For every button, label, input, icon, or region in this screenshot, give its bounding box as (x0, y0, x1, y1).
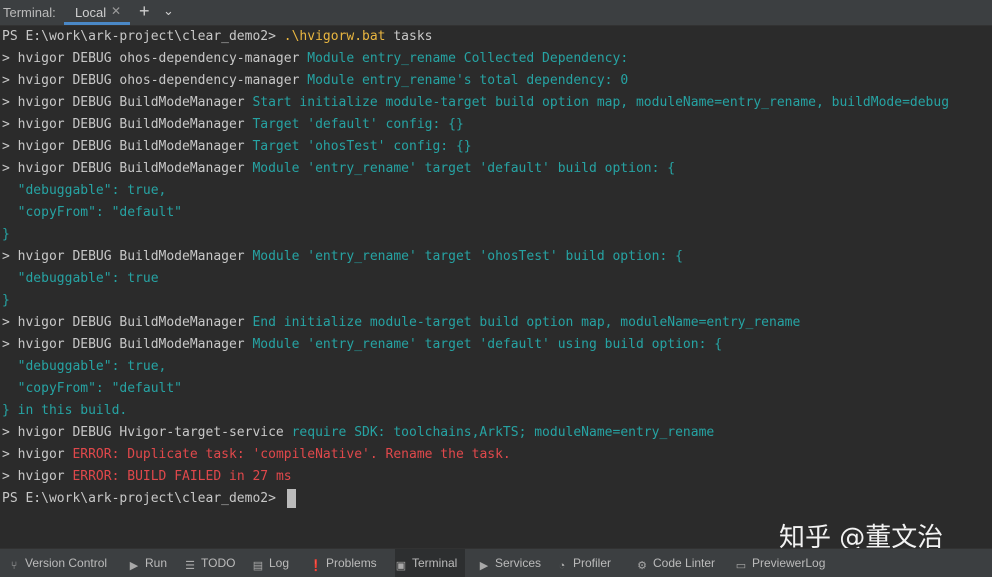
terminal-line: "debuggable": true, (2, 180, 167, 202)
terminal-text: "debuggable": true (2, 271, 159, 286)
terminal-text: > hvigor DEBUG Hvigor-target-service (2, 425, 292, 440)
tool-window-label: Version Control (25, 556, 108, 570)
terminal-text: Target 'default' config: {} (252, 117, 464, 132)
text-cursor (286, 489, 296, 508)
terminal-line: > hvigor ERROR: BUILD FAILED in 27 ms (2, 466, 292, 488)
tool-window-version-control[interactable]: ⑂ Version Control (8, 549, 107, 577)
tool-window-terminal[interactable]: ▣ Terminal (395, 549, 466, 577)
terminal-text: End initialize module-target build optio… (252, 315, 801, 330)
terminal-icon: ▣ (395, 560, 407, 572)
terminal-line: "copyFrom": "default" (2, 378, 182, 400)
tool-window-label: Log (269, 556, 290, 570)
terminal-text: "copyFrom": "default" (2, 381, 183, 396)
terminal-line: > hvigor DEBUG BuildModeManager Target '… (2, 114, 464, 136)
terminal-line: > hvigor DEBUG BuildModeManager Module '… (2, 158, 675, 180)
tool-window-label: PreviewerLog (752, 556, 826, 570)
terminal-line: > hvigor DEBUG BuildModeManager Start in… (2, 92, 949, 114)
tool-window-todo[interactable]: ☰ TODO (184, 549, 235, 577)
terminal-text: > hvigor DEBUG BuildModeManager (2, 249, 253, 264)
tool-window-code-linter[interactable]: ⚙ Code Linter (636, 549, 715, 577)
terminal-line: "copyFrom": "default" (2, 202, 182, 224)
problems-icon: ❗ (309, 560, 323, 572)
terminal-text: PS E:\work\ark-project\clear_demo2> (2, 491, 284, 506)
terminal-line: "debuggable": true (2, 268, 159, 290)
terminal-text: > hvigor DEBUG BuildModeManager (2, 161, 253, 176)
terminal-text: Module 'entry_rename' target 'ohosTest' … (252, 249, 683, 264)
terminal-text: > hvigor (2, 447, 73, 462)
terminal-toolbar: Terminal: Local ✕ + ⌄ (0, 0, 992, 26)
tool-window-services[interactable]: ▶ Services (478, 549, 541, 577)
terminal-text: } (2, 227, 10, 242)
terminal-line: "debuggable": true, (2, 356, 167, 378)
terminal-line: } (2, 224, 10, 246)
terminal-text: .\hvigorw.bat (283, 29, 386, 44)
tool-window-profiler[interactable]: ◔ Profiler (556, 549, 611, 577)
terminal-line: } (2, 290, 10, 312)
tool-window-label: Terminal (412, 556, 458, 570)
terminal-text: Module 'entry_rename' target 'default' u… (252, 337, 723, 352)
chevron-down-icon[interactable]: ⌄ (163, 3, 174, 19)
terminal-text: > hvigor DEBUG BuildModeManager (2, 95, 253, 110)
close-icon[interactable]: ✕ (111, 4, 121, 18)
terminal-line: > hvigor DEBUG ohos-dependency-manager M… (2, 48, 628, 70)
tool-window-label: Problems (326, 556, 377, 570)
toolbar-title: Terminal: (3, 5, 56, 20)
profiler-icon: ◔ (558, 560, 566, 572)
terminal-line: > hvigor DEBUG BuildModeManager Module '… (2, 246, 683, 268)
terminal-text: > hvigor DEBUG ohos-dependency-manager (2, 51, 308, 66)
terminal-text: > hvigor DEBUG BuildModeManager (2, 315, 253, 330)
terminal-line: > hvigor DEBUG BuildModeManager Target '… (2, 136, 472, 158)
terminal-text: } in this build. (2, 403, 128, 418)
terminal-text: "debuggable": true, (2, 359, 167, 374)
terminal-line: PS E:\work\ark-project\clear_demo2> .\hv… (2, 26, 432, 48)
terminal-text: PS E:\work\ark-project\clear_demo2> (2, 29, 284, 44)
terminal-text: "debuggable": true, (2, 183, 167, 198)
terminal-line: > hvigor DEBUG ohos-dependency-manager M… (2, 70, 628, 92)
terminal-text: Module entry_rename Collected Dependency… (307, 51, 629, 66)
tool-window-problems[interactable]: ❗ Problems (309, 549, 377, 577)
terminal-text: > hvigor DEBUG ohos-dependency-manager (2, 73, 308, 88)
code-linter-icon: ⚙ (637, 560, 647, 572)
terminal-text: require SDK: toolchains,ArkTS; moduleNam… (291, 425, 715, 440)
tool-window-label: Profiler (573, 556, 612, 570)
terminal-text: > hvigor (2, 469, 73, 484)
previewer-log-icon: ▭ (735, 560, 747, 572)
new-tab-icon[interactable]: + (139, 1, 150, 22)
terminal-text: Module entry_rename's total dependency: … (307, 73, 629, 88)
terminal-text: Target 'ohosTest' config: {} (252, 139, 472, 154)
terminal-text: } (2, 293, 10, 308)
tool-window-label: Run (145, 556, 168, 570)
terminal-line: } in this build. (2, 400, 127, 422)
terminal-line: > hvigor DEBUG Hvigor-target-service req… (2, 422, 714, 444)
terminal-text: "copyFrom": "default" (2, 205, 183, 220)
terminal-text: Module 'entry_rename' target 'default' b… (252, 161, 676, 176)
tool-window-run[interactable]: ▶ Run (128, 549, 167, 577)
tab-local[interactable]: Local ✕ (64, 0, 130, 25)
tool-window-label: Code Linter (653, 556, 716, 570)
terminal-text: > hvigor DEBUG BuildModeManager (2, 117, 253, 132)
terminal-text: ERROR: BUILD FAILED in 27 ms (72, 469, 292, 484)
terminal-line: > hvigor DEBUG BuildModeManager End init… (2, 312, 800, 334)
tool-window-log[interactable]: ▤ Log (252, 549, 289, 577)
version-control-icon: ⑂ (10, 560, 18, 572)
terminal-line: > hvigor ERROR: Duplicate task: 'compile… (2, 444, 511, 466)
tool-window-bar: ⑂ Version Control ▶ Run ☰ TODO ▤ Log ❗ Problems ▣ T… (0, 548, 992, 577)
tool-window-label: Services (495, 556, 542, 570)
tool-window-previewer-log[interactable]: ▭ PreviewerLog (735, 549, 826, 577)
tool-window-label: TODO (201, 556, 236, 570)
services-icon: ▶ (479, 560, 489, 572)
terminal-output[interactable]: PS E:\work\ark-project\clear_demo2> .\hv… (0, 26, 992, 548)
terminal-text: ERROR: Duplicate task: 'compileNative'. … (72, 447, 511, 462)
todo-icon: ☰ (185, 560, 195, 572)
terminal-text: tasks (385, 29, 433, 44)
tab-local-label: Local (75, 5, 107, 20)
terminal-line: PS E:\work\ark-project\clear_demo2> (2, 488, 296, 510)
run-icon: ▶ (129, 560, 139, 572)
terminal-text: > hvigor DEBUG BuildModeManager (2, 337, 253, 352)
terminal-text: > hvigor DEBUG BuildModeManager (2, 139, 253, 154)
terminal-text: Start initialize module-target build opt… (252, 95, 950, 110)
log-icon: ▤ (252, 560, 264, 572)
terminal-line: > hvigor DEBUG BuildModeManager Module '… (2, 334, 722, 356)
